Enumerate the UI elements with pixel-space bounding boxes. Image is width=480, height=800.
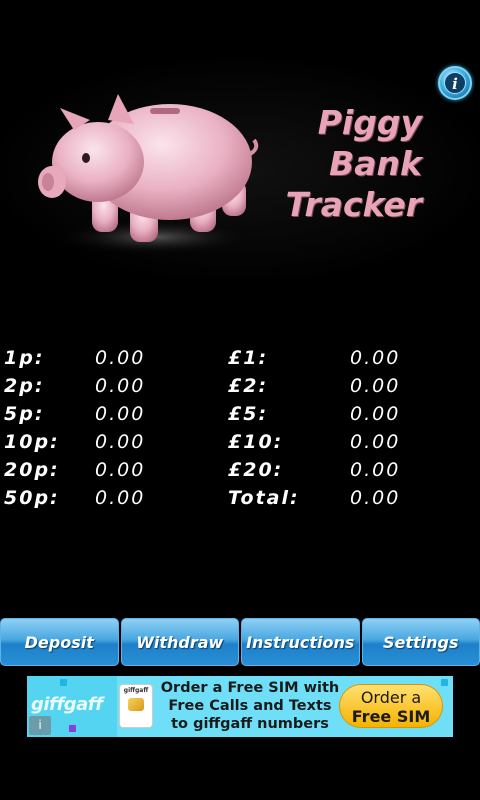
coin-label: £10: — [228, 431, 284, 453]
ad-line: Free Calls and Texts — [168, 698, 332, 714]
coin-value: 0.00 — [95, 459, 146, 481]
ad-cta-button[interactable]: Order a Free SIM — [339, 684, 443, 728]
app-title: Piggy Bank Tracker — [272, 102, 422, 225]
coin-value: 0.00 — [350, 347, 401, 369]
withdraw-button[interactable]: Withdraw — [120, 618, 239, 666]
ad-brand-logo: giffgaff — [31, 694, 103, 715]
coin-value: 0.00 — [350, 431, 401, 453]
coin-label: £2: — [228, 375, 269, 397]
coin-value: 0.00 — [350, 459, 401, 481]
ad-cta-line: Order a — [360, 688, 422, 707]
coin-label: 50p: — [4, 487, 60, 509]
piggy-bank-icon — [38, 94, 259, 255]
coin-row: 10p: 0.00 £10: 0.00 — [0, 428, 480, 456]
ad-banner[interactable]: giffgaff giffgaff Order a Free SIM with … — [27, 676, 453, 737]
coin-label: 10p: — [4, 431, 60, 453]
coin-label: £1: — [228, 347, 269, 369]
coin-label: 5p: — [4, 403, 45, 425]
ad-decor-dot — [69, 725, 76, 732]
coin-row: 1p: 0.00 £1: 0.00 — [0, 344, 480, 372]
coin-row: 2p: 0.00 £2: 0.00 — [0, 372, 480, 400]
coin-value: 0.00 — [350, 375, 401, 397]
coin-row: 5p: 0.00 £5: 0.00 — [0, 400, 480, 428]
instructions-button[interactable]: Instructions — [241, 618, 360, 666]
ad-decor-dot — [60, 679, 67, 686]
coin-row: 20p: 0.00 £20: 0.00 — [0, 456, 480, 484]
coin-value: 0.00 — [95, 403, 146, 425]
ad-decor-dot — [441, 679, 448, 686]
coin-value: 0.00 — [95, 487, 146, 509]
ad-message: Order a Free SIM with Free Calls and Tex… — [155, 679, 345, 733]
coin-label: £5: — [228, 403, 269, 425]
ad-line: Order a Free SIM with — [160, 680, 340, 696]
title-line-bank: Bank — [329, 144, 422, 183]
settings-button[interactable]: Settings — [361, 618, 480, 666]
ad-info-icon[interactable]: i — [29, 716, 51, 735]
coin-label: 20p: — [4, 459, 60, 481]
coin-label: £20: — [228, 459, 284, 481]
sim-card-icon: giffgaff — [119, 684, 153, 728]
title-line-tracker: Tracker — [285, 185, 422, 224]
total-value: 0.00 — [350, 487, 401, 509]
coin-row: 50p: 0.00 Total: 0.00 — [0, 484, 480, 512]
coin-value: 0.00 — [95, 347, 146, 369]
total-label: Total: — [228, 487, 300, 509]
coin-table: 1p: 0.00 £1: 0.00 2p: 0.00 £2: 0.00 5p: … — [0, 344, 480, 512]
coin-value: 0.00 — [95, 375, 146, 397]
sim-chip-icon — [128, 698, 144, 711]
ad-cta-line: Free SIM — [351, 707, 431, 726]
coin-value: 0.00 — [95, 431, 146, 453]
coin-value: 0.00 — [350, 403, 401, 425]
deposit-button[interactable]: Deposit — [0, 618, 119, 666]
coin-label: 1p: — [4, 347, 45, 369]
info-button[interactable]: i — [438, 66, 472, 100]
ad-line: to giffgaff numbers — [171, 716, 329, 732]
action-bar: Deposit Withdraw Instructions Settings — [0, 618, 480, 666]
coin-label: 2p: — [4, 375, 45, 397]
sim-card-label: giffgaff — [123, 687, 149, 694]
title-line-piggy: Piggy — [317, 103, 422, 142]
info-icon: i — [444, 72, 466, 94]
